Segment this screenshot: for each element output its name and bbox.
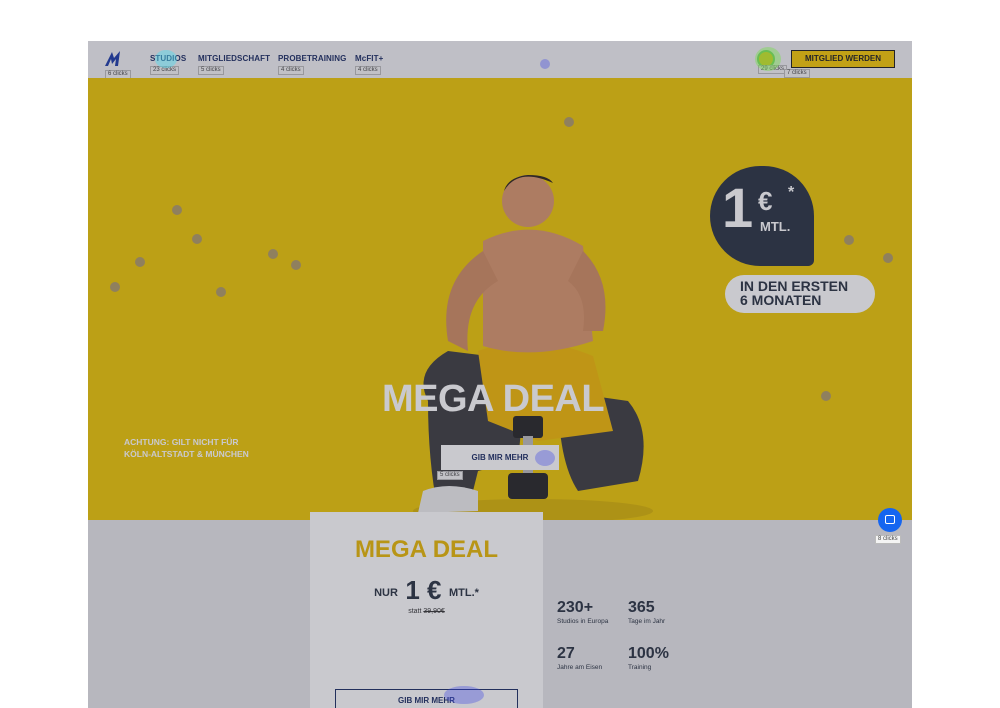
- old-price: statt 39,90€: [310, 608, 543, 615]
- deal-card: MEGA DEAL NUR 1 € MTL.* statt 39,90€ GIB…: [310, 512, 543, 708]
- warning-line-1: ACHTUNG: GILT NICHT FÜR: [124, 437, 239, 447]
- stat-training: 100% Training: [628, 645, 669, 671]
- deal-price: NUR 1 € MTL.*: [310, 575, 543, 606]
- page-frame: 6 clicks STUDIOS 23 clicks MITGLIEDSCHAF…: [88, 41, 912, 708]
- price-badge: 1 € * MTL.: [710, 166, 814, 266]
- stat-value: 27: [557, 645, 575, 662]
- statt-label: statt: [408, 608, 422, 615]
- stat-value: 230+: [557, 599, 594, 616]
- mitglied-werden-button[interactable]: MITGLIED WERDEN: [791, 50, 895, 68]
- stat-label: Training: [628, 664, 652, 671]
- deal-price-amount: 1 €: [405, 575, 442, 605]
- deal-gib-mir-mehr-button[interactable]: GIB MIR MEHR: [335, 689, 518, 708]
- stat-label: Tage im Jahr: [628, 618, 666, 625]
- stat-value: 100%: [628, 645, 669, 662]
- nav-mcfit-plus-clicks: 4 clicks: [355, 66, 381, 75]
- hero-title: MEGA DEAL: [382, 378, 605, 420]
- chat-icon: [885, 515, 895, 524]
- stat-label: Studios in Europa: [557, 618, 609, 625]
- price-asterisk: *: [788, 184, 795, 201]
- hero-warning: ACHTUNG: GILT NICHT FÜR KÖLN-ALTSTADT & …: [124, 436, 249, 460]
- header: 6 clicks STUDIOS 23 clicks MITGLIEDSCHAF…: [88, 41, 912, 79]
- deal-price-suffix: MTL.*: [448, 587, 479, 599]
- warning-line-2: KÖLN-ALTSTADT & MÜNCHEN: [124, 449, 249, 459]
- months-line-1: IN DEN ERSTEN: [740, 278, 849, 294]
- nav-mitgliedschaft[interactable]: MITGLIEDSCHAFT: [198, 54, 270, 63]
- mcfit-logo[interactable]: [103, 49, 123, 69]
- stat-days: 365 Tage im Jahr: [628, 599, 665, 625]
- price-amount: 1: [722, 176, 754, 239]
- avatar-click-count: 29 clicks: [758, 65, 788, 74]
- nav-mcfit-plus[interactable]: McFIT+: [355, 54, 383, 63]
- hero-gib-mir-mehr-button[interactable]: GIB MIR MEHR: [441, 445, 559, 470]
- price-period: MTL.: [760, 219, 791, 234]
- stat-value: 365: [628, 599, 655, 616]
- nav-probetraining-clicks: 4 clicks: [278, 66, 304, 75]
- hero-button-clicks: 5 clicks: [437, 471, 463, 480]
- stat-label: Jahre am Eisen: [557, 664, 603, 671]
- deal-price-prefix: NUR: [374, 587, 398, 599]
- offer-section: MEGA DEAL NUR 1 € MTL.* statt 39,90€ GIB…: [88, 512, 912, 708]
- price-currency: €: [758, 186, 773, 216]
- chat-button[interactable]: [878, 508, 902, 532]
- stat-studios: 230+ Studios in Europa: [557, 599, 608, 625]
- nav-studios[interactable]: STUDIOS: [150, 54, 186, 63]
- months-line-2: 6 MONATEN: [740, 292, 822, 308]
- chat-click-count: 8 clicks: [875, 535, 901, 544]
- stat-years: 27 Jahre am Eisen: [557, 645, 602, 671]
- hero-banner: 1 € * MTL. IN DEN ERSTEN 6 MONATEN MEGA …: [88, 78, 912, 521]
- nav-studios-clicks: 23 clicks: [150, 66, 180, 75]
- old-price-value: 39,90€: [423, 608, 445, 615]
- nav-mitgliedschaft-clicks: 5 clicks: [198, 66, 224, 75]
- nav-probetraining[interactable]: PROBETRAINING: [278, 54, 346, 63]
- months-badge: IN DEN ERSTEN 6 MONATEN: [725, 275, 875, 313]
- deal-title: MEGA DEAL: [354, 536, 499, 563]
- cta-click-count: 7 clicks: [784, 69, 810, 78]
